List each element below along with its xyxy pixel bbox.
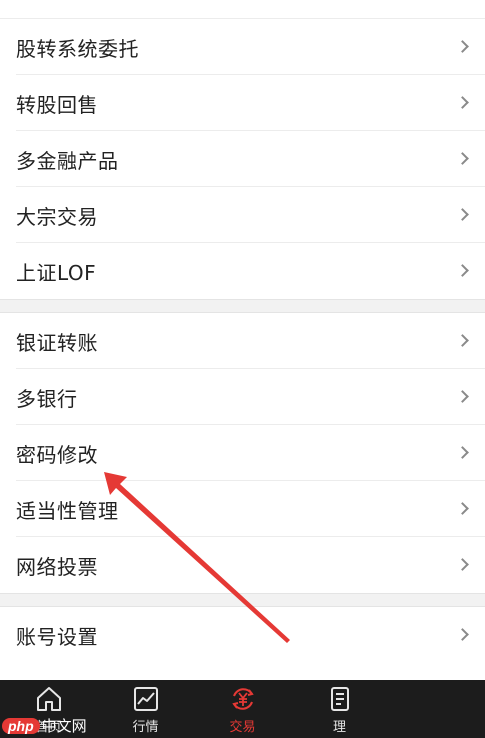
home-icon bbox=[36, 686, 61, 711]
tab-label: 行情 bbox=[132, 719, 159, 735]
watermark-badge: php bbox=[2, 717, 40, 734]
menu-item-label: 网络投票 bbox=[16, 554, 98, 579]
document-icon bbox=[330, 686, 349, 711]
section-gap bbox=[0, 299, 485, 313]
menu-item-neeq-order[interactable]: 股转系统委托 bbox=[0, 19, 485, 75]
watermark-text: 中文网 bbox=[41, 718, 87, 735]
menu-item-suitability[interactable]: 适当性管理 bbox=[0, 481, 485, 537]
menu-item-block-trade[interactable]: 大宗交易 bbox=[0, 187, 485, 243]
menu-item-sh-lof[interactable]: 上证LOF bbox=[0, 243, 485, 299]
menu-item-label: 银证转账 bbox=[16, 330, 98, 355]
chevron-right-icon bbox=[456, 208, 469, 221]
menu-item-label: 多银行 bbox=[16, 386, 78, 411]
menu-group-settings: 账号设置 bbox=[0, 607, 485, 663]
tab-label: 理 bbox=[332, 719, 346, 735]
menu-item-label: 上证LOF bbox=[16, 260, 97, 285]
menu-item-convert-putback[interactable]: 转股回售 bbox=[0, 75, 485, 131]
menu-item-multi-financial-products[interactable]: 多金融产品 bbox=[0, 131, 485, 187]
menu-item-label: 股转系统委托 bbox=[16, 36, 139, 61]
top-divider bbox=[0, 0, 485, 19]
chevron-right-icon bbox=[456, 628, 469, 641]
menu-item-account-settings[interactable]: 账号设置 bbox=[0, 607, 485, 663]
yen-exchange-icon bbox=[231, 687, 254, 710]
tab-market[interactable]: 行情 bbox=[97, 680, 194, 738]
chevron-right-icon bbox=[456, 96, 469, 109]
menu-item-label: 密码修改 bbox=[16, 442, 98, 467]
menu-group-account: 银证转账 多银行 密码修改 适当性管理 网络投票 bbox=[0, 313, 485, 593]
menu-item-label: 适当性管理 bbox=[16, 498, 119, 523]
menu-item-label: 转股回售 bbox=[16, 92, 98, 117]
menu-item-bank-transfer[interactable]: 银证转账 bbox=[0, 313, 485, 369]
menu-item-change-password[interactable]: 密码修改 bbox=[0, 425, 485, 481]
chevron-right-icon bbox=[456, 446, 469, 459]
chevron-right-icon bbox=[456, 558, 469, 571]
chevron-right-icon bbox=[456, 390, 469, 403]
tab-label: 交易 bbox=[229, 719, 256, 735]
tab-trade[interactable]: 交易 bbox=[194, 680, 291, 738]
menu-item-label: 多金融产品 bbox=[16, 148, 119, 173]
menu-item-multi-bank[interactable]: 多银行 bbox=[0, 369, 485, 425]
watermark-logo: php 中文网 bbox=[2, 715, 87, 736]
section-gap bbox=[0, 593, 485, 607]
chevron-right-icon bbox=[456, 334, 469, 347]
chevron-right-icon bbox=[456, 152, 469, 165]
menu-item-label: 大宗交易 bbox=[16, 204, 98, 229]
menu-item-label: 账号设置 bbox=[16, 624, 98, 649]
chevron-right-icon bbox=[456, 502, 469, 515]
chevron-right-icon bbox=[456, 40, 469, 53]
menu-group-trading: 股转系统委托 转股回售 多金融产品 大宗交易 上证LOF bbox=[0, 19, 485, 299]
chart-icon bbox=[133, 686, 158, 711]
trade-menu-screen: 股转系统委托 转股回售 多金融产品 大宗交易 上证LOF 银证转账 多银行 密码… bbox=[0, 0, 485, 738]
chevron-right-icon bbox=[456, 264, 469, 277]
tab-finance[interactable]: 理 bbox=[291, 680, 388, 738]
menu-item-online-voting[interactable]: 网络投票 bbox=[0, 537, 485, 593]
